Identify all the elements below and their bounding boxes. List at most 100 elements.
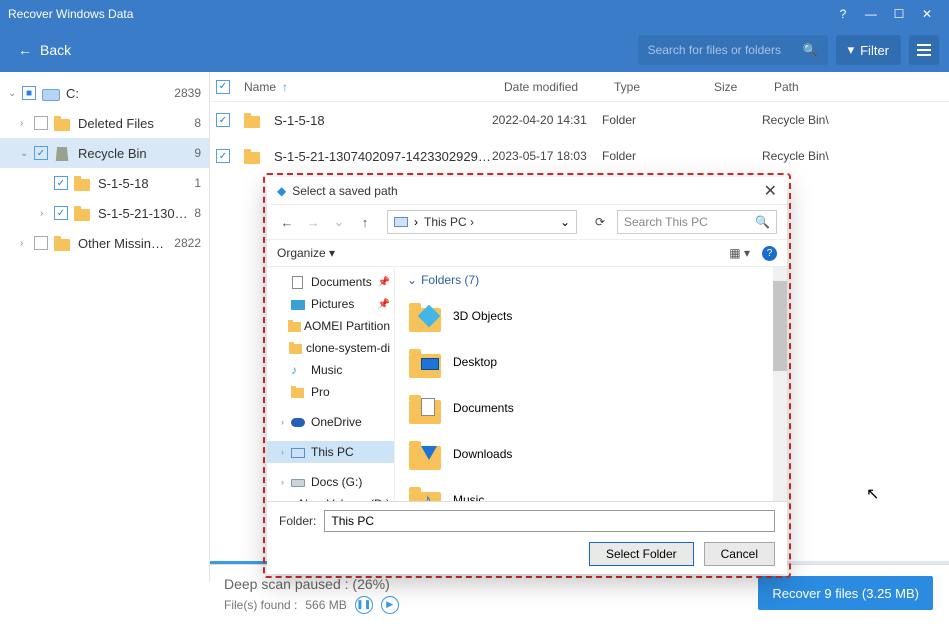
address-bar[interactable]: › This PC › ⌄ (387, 210, 577, 234)
file-type: Folder (602, 113, 702, 127)
file-date: 2023-05-17 18:03 (492, 149, 602, 163)
drive-icon (42, 85, 60, 101)
tree-item-thispc[interactable]: ›This PC (267, 441, 394, 463)
folder-icon (74, 175, 92, 191)
organize-menu[interactable]: Organize ▾ (277, 246, 335, 260)
sort-asc-icon[interactable]: ↑ (282, 80, 288, 94)
col-path[interactable]: Path (774, 80, 943, 94)
dialog-nav-tree: Documents📌 Pictures📌 AOMEI Partition clo… (267, 267, 395, 501)
tree-item[interactable]: clone-system-di (267, 337, 394, 359)
file-name: S-1-5-18 (274, 113, 492, 128)
pin-icon: 📌 (378, 299, 390, 310)
checkbox[interactable]: ✓ (54, 206, 68, 220)
scroll-thumb[interactable] (773, 281, 787, 371)
app-title: Recover Windows Data (8, 7, 829, 21)
nav-up-icon[interactable]: ↑ (355, 215, 375, 230)
dialog-search-placeholder: Search This PC (624, 215, 755, 229)
folder-field-label: Folder: (279, 514, 316, 528)
expand-icon[interactable]: › (20, 238, 34, 249)
tree-label: Recycle Bin (78, 146, 190, 161)
expand-icon[interactable]: ⌄ (8, 88, 22, 99)
col-name[interactable]: Name (244, 80, 276, 94)
folders-group-header[interactable]: ⌄Folders (7) (407, 273, 787, 287)
tree-root[interactable]: ⌄ ■ C: 2839 (0, 78, 209, 108)
folder-documents[interactable]: Documents (407, 385, 787, 431)
tree-item-pictures[interactable]: Pictures📌 (267, 293, 394, 315)
dialog-help-icon[interactable]: ? (762, 246, 777, 261)
tree-item-documents[interactable]: Documents📌 (267, 271, 394, 293)
file-type: Folder (602, 149, 702, 163)
checkbox[interactable]: ✓ (34, 116, 48, 130)
close-icon[interactable]: ✕ (913, 4, 941, 24)
dialog-search-input[interactable]: Search This PC 🔍 (617, 210, 777, 234)
expand-icon[interactable]: › (40, 208, 54, 219)
help-icon[interactable]: ? (829, 4, 857, 24)
back-label: Back (40, 42, 71, 58)
chevron-down-icon: ⌄ (407, 273, 417, 287)
checkbox[interactable]: ■ (22, 86, 36, 100)
sidebar-item-missing[interactable]: › ✓ Other Missing Files 2822 (0, 228, 209, 258)
play-button[interactable]: ▶ (381, 596, 399, 614)
minimize-icon[interactable]: — (857, 4, 885, 24)
folder-desktop[interactable]: Desktop (407, 339, 787, 385)
filter-button[interactable]: ▾ Filter (836, 35, 901, 65)
col-size[interactable]: Size (714, 80, 774, 94)
expand-icon[interactable]: › (20, 118, 34, 129)
checkbox[interactable]: ✓ (54, 176, 68, 190)
nav-back-icon[interactable]: ← (277, 215, 297, 230)
checkbox[interactable]: ✓ (34, 236, 48, 250)
file-date: 2022-04-20 14:31 (492, 113, 602, 127)
tree-label: S-1-5-18 (98, 176, 190, 191)
address-dropdown-icon[interactable]: ⌄ (560, 215, 570, 229)
refresh-icon[interactable]: ⟳ (589, 215, 611, 229)
tree-count: 1 (194, 176, 201, 190)
tree-label: Deleted Files (78, 116, 190, 131)
collapse-icon[interactable]: ⌄ (20, 148, 34, 159)
folder-downloads[interactable]: Downloads (407, 431, 787, 477)
sidebar-item-deleted[interactable]: › ✓ Deleted Files 8 (0, 108, 209, 138)
select-folder-button[interactable]: Select Folder (589, 542, 694, 566)
file-path: Recycle Bin\ (762, 113, 943, 127)
checkbox[interactable]: ✓ (216, 149, 230, 163)
col-date[interactable]: Date modified (504, 80, 614, 94)
file-row[interactable]: ✓ S-1-5-21-1307402097-1423302929-1529231… (210, 138, 949, 174)
folder-path-input[interactable]: This PC (324, 510, 775, 532)
breadcrumb[interactable]: This PC › (424, 215, 554, 229)
recyclebin-icon (54, 145, 72, 161)
sidebar-item[interactable]: › ✓ S-1-5-21-13074... 8 (0, 198, 209, 228)
files-found-label: File(s) found : (224, 598, 297, 612)
col-type[interactable]: Type (614, 80, 714, 94)
tree-item-onedrive[interactable]: ›OneDrive (267, 411, 394, 433)
tree-item[interactable]: AOMEI Partition (267, 315, 394, 337)
tree-item-drive[interactable]: ›New Volume (D:) (267, 493, 394, 501)
checkbox[interactable]: ✓ (216, 113, 230, 127)
back-button[interactable]: ← Back (10, 38, 79, 62)
search-icon: 🔍 (755, 215, 770, 229)
search-input[interactable]: Search for files or folders 🔍 (638, 35, 828, 65)
pause-button[interactable]: ❚❚ (355, 596, 373, 614)
sidebar-item-recyclebin[interactable]: ⌄ ✓ Recycle Bin 9 (0, 138, 209, 168)
file-row[interactable]: ✓ S-1-5-18 2022-04-20 14:31 Folder Recyc… (210, 102, 949, 138)
dialog-folder-list: ⌄Folders (7) 3D Objects Desktop Document… (395, 267, 787, 501)
search-placeholder: Search for files or folders (648, 43, 803, 57)
column-header: ✓ Name ↑ Date modified Type Size Path (210, 72, 949, 102)
cancel-button[interactable]: Cancel (704, 542, 775, 566)
view-mode-button[interactable]: ▦ ▾ (729, 246, 750, 260)
folder-music[interactable]: ♪Music (407, 477, 787, 501)
select-all-checkbox[interactable]: ✓ (216, 80, 230, 94)
checkbox[interactable]: ✓ (34, 146, 48, 160)
tree-count: 2839 (174, 86, 201, 100)
maximize-icon[interactable]: ☐ (885, 4, 913, 24)
tree-item[interactable]: Pro (267, 381, 394, 403)
tree-item-music[interactable]: ♪Music (267, 359, 394, 381)
folder-3dobjects[interactable]: 3D Objects (407, 293, 787, 339)
sidebar-item[interactable]: ✓ S-1-5-18 1 (0, 168, 209, 198)
menu-button[interactable] (909, 35, 939, 65)
recover-button[interactable]: Recover 9 files (3.25 MB) (758, 576, 933, 610)
dialog-close-icon[interactable]: ✕ (764, 181, 777, 201)
tree-item-drive[interactable]: ›Docs (G:) (267, 471, 394, 493)
pin-icon: 📌 (378, 277, 390, 288)
nav-forward-icon: → (303, 215, 323, 230)
scrollbar[interactable] (773, 267, 787, 501)
nav-recent-icon[interactable]: ⌄ (329, 214, 349, 230)
